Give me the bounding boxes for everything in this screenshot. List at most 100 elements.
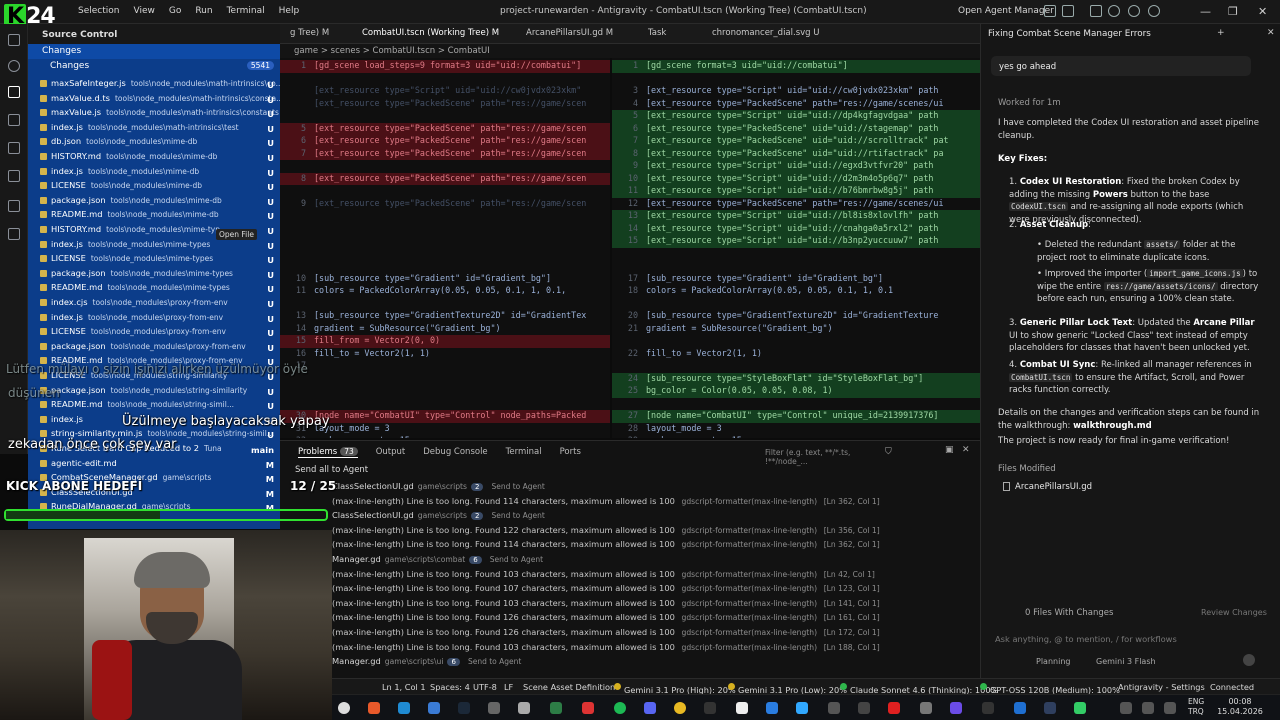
changed-file-row[interactable]: LICENSE tools\node_modules\mime-db U — [28, 180, 280, 195]
problem-file-group[interactable]: Manager.gd game\scripts\ui 6 Send to Agent — [332, 656, 972, 671]
app-icon[interactable] — [550, 702, 562, 714]
app-icon[interactable] — [518, 702, 530, 714]
changed-file-row[interactable]: db.json tools\node_modules\mime-db U — [28, 136, 280, 151]
power-icon[interactable] — [338, 702, 350, 714]
code-line[interactable]: 9 [ext_resource type="Script" uid="uid://… — [612, 160, 980, 173]
menu-terminal[interactable]: Terminal — [227, 6, 265, 16]
walkthrough-link[interactable]: walkthrough.md — [1073, 421, 1152, 431]
code-line[interactable]: 6 [ext_resource type="PackedScene" path="… — [280, 135, 610, 148]
testing-icon[interactable] — [8, 200, 20, 212]
problem-item[interactable]: (max-line-length) Line is too long. Foun… — [332, 583, 972, 598]
changed-file-row[interactable]: README.md tools\node_modules\string-simil… — [28, 399, 280, 414]
tab-arcane-pillars[interactable]: ArcanePillarsUI.gd M — [526, 28, 613, 38]
problem-item[interactable]: (max-line-length) Line is too long. Foun… — [332, 642, 972, 657]
system-clock[interactable]: 00:08 15.04.2026 — [1212, 697, 1268, 717]
send-to-agent-button[interactable]: Send to Agent — [490, 555, 543, 564]
line-ending[interactable]: LF — [504, 682, 513, 692]
code-line[interactable]: 8 [ext_resource type="PackedScene" path="… — [280, 172, 610, 185]
send-all-to-agent-button[interactable]: Send all to Agent — [295, 465, 368, 475]
changed-file-row[interactable]: README.md tools\node_modules\mime-types U — [28, 282, 280, 297]
app-icon[interactable] — [488, 702, 500, 714]
tab-terminal[interactable]: Terminal — [506, 447, 542, 458]
changed-file-row[interactable]: HISTORY.md tools\node_modules\mime-db U — [28, 151, 280, 166]
tab-combatui[interactable]: CombatUI.tscn (Working Tree) M — [362, 28, 499, 38]
spotify-icon[interactable] — [614, 702, 626, 714]
worked-duration[interactable]: Worked for 1m — [998, 98, 1061, 108]
fix2-b2-code[interactable]: import_game_icons.js — [1147, 269, 1243, 278]
maximize-panel-icon[interactable]: ▣ — [945, 445, 954, 455]
language-mode[interactable]: Scene Asset Definition — [523, 682, 615, 692]
send-icon[interactable] — [1243, 654, 1255, 666]
discord-icon[interactable] — [644, 702, 656, 714]
problem-item[interactable]: (max-line-length) Line is too long. Foun… — [332, 598, 972, 613]
code-line[interactable]: [ext_resource type="Script" uid="uid://c… — [280, 85, 610, 98]
problem-file-group[interactable]: ClassSelectionUI.gd game\scripts 2 Send to … — [332, 481, 972, 496]
changed-file-row[interactable]: index.js tools\node_modules\mime-db U — [28, 166, 280, 181]
code-line[interactable]: 4 [ext_resource type="PackedScene" path="… — [612, 98, 980, 111]
connection-status[interactable]: Connected — [1210, 682, 1254, 692]
changed-file-row[interactable]: maxValue.js tools\node_modules\math-intri… — [28, 107, 280, 122]
sidebar-toggle-icon[interactable] — [1062, 5, 1074, 17]
code-line[interactable]: 32anchors_preset = 15 — [280, 435, 610, 438]
code-line[interactable]: 15 fill_from = Vector2(0, 0) — [280, 335, 610, 348]
layout-icon[interactable] — [1044, 5, 1056, 17]
code-line[interactable]: 16 fill_to = Vector2(1, 1) — [280, 348, 610, 361]
maximize-icon[interactable]: ❐ — [1228, 5, 1238, 18]
code-line[interactable] — [612, 298, 980, 311]
code-line[interactable]: 22 fill_to = Vector2(1, 1) — [612, 348, 980, 361]
code-line[interactable]: 11 colors = PackedColorArray(0.05, 0.05, … — [280, 285, 610, 298]
code-line[interactable]: 13 [sub_resource type="GradientTexture2D"… — [280, 310, 610, 323]
code-line[interactable]: 25 bg_color = Color(0.05, 0.05, 0.08, 1) — [612, 385, 980, 398]
code-line[interactable]: 1 [gd_scene format=3 uid="uid://combatui"… — [612, 60, 980, 73]
firefox-icon[interactable] — [368, 702, 380, 714]
settings-link[interactable]: Antigravity - Settings — [1118, 682, 1205, 692]
app-icon[interactable] — [920, 702, 932, 714]
code-line[interactable] — [280, 73, 610, 86]
code-line[interactable]: 11 [ext_resource type="Script" uid="uid:/… — [612, 185, 980, 198]
tab-working-tree[interactable]: g Tree) M — [290, 28, 329, 38]
changes-group-header[interactable]: Changes 5541 — [28, 59, 280, 74]
changed-file-row[interactable]: README.md tools\node_modules\mime-db U — [28, 209, 280, 224]
menu-view[interactable]: View — [133, 6, 154, 16]
model-select[interactable]: Gemini 3 Flash — [1096, 657, 1156, 666]
code-line[interactable]: 18 colors = PackedColorArray(0.05, 0.05, … — [612, 285, 980, 298]
account-icon[interactable] — [1148, 5, 1160, 17]
code-line[interactable]: 7 [ext_resource type="PackedScene" uid="u… — [612, 135, 980, 148]
changes-section-header[interactable]: Changes — [28, 44, 280, 59]
app-icon[interactable] — [582, 702, 594, 714]
tray-icon[interactable] — [1120, 702, 1132, 714]
app-icon[interactable] — [428, 702, 440, 714]
code-line[interactable] — [280, 385, 610, 398]
review-changes-button[interactable]: Review Changes — [1201, 608, 1267, 617]
code-line[interactable]: 5 [ext_resource type="PackedScene" path="… — [280, 122, 610, 135]
code-line[interactable]: 8 [ext_resource type="PackedScene" uid="u… — [612, 147, 980, 160]
code-line[interactable]: 3 [ext_resource type="Script" uid="uid://… — [612, 85, 980, 98]
code-line[interactable]: 20 [sub_resource type="GradientTexture2D"… — [612, 310, 980, 323]
send-to-agent-button[interactable]: Send to Agent — [491, 482, 544, 491]
agent-input[interactable]: Ask anything, @ to mention, / for workfl… — [995, 634, 1177, 644]
breadcrumb[interactable]: game > scenes > CombatUI.tscn > CombatUI — [280, 44, 980, 58]
app-icon[interactable] — [1074, 702, 1086, 714]
code-line[interactable] — [280, 398, 610, 411]
changed-file-row[interactable]: package.json tools\node_modules\proxy-fro… — [28, 341, 280, 356]
changed-file-row[interactable]: index.js tools\node_modules\math-intrinsi… — [28, 122, 280, 137]
code-line[interactable]: 29anchors_preset = 15 — [612, 435, 980, 438]
tab-task[interactable]: Task — [648, 28, 666, 38]
problem-file-group[interactable]: ClassSelectionUI.gd game\scripts 2 Send to … — [332, 510, 972, 525]
send-to-agent-button[interactable]: Send to Agent — [491, 511, 544, 520]
code-line[interactable] — [612, 398, 980, 411]
changed-file-row[interactable]: index.js tools\node_modules\mime-types U — [28, 239, 280, 254]
chrome-icon[interactable] — [674, 702, 686, 714]
app-icon[interactable] — [950, 702, 962, 714]
changed-file-row[interactable]: index.js tools\node_modules\proxy-from-en… — [28, 312, 280, 327]
filter-icon[interactable]: ⛉ — [885, 447, 892, 457]
photoshop-icon[interactable] — [796, 702, 808, 714]
gear-icon[interactable] — [1128, 5, 1140, 17]
code-line[interactable]: 27 [node name="CombatUI" type="Control" u… — [612, 410, 980, 423]
problem-item[interactable]: (max-line-length) Line is too long. Foun… — [332, 569, 972, 584]
changed-file-row[interactable]: agentic-edit.md M — [28, 458, 280, 473]
code-line[interactable]: 6 [ext_resource type="PackedScene" uid="u… — [612, 122, 980, 135]
fix2-b1-code[interactable]: assets/ — [1144, 240, 1181, 249]
tab-ports[interactable]: Ports — [560, 447, 581, 458]
source-control-icon[interactable] — [8, 86, 20, 98]
